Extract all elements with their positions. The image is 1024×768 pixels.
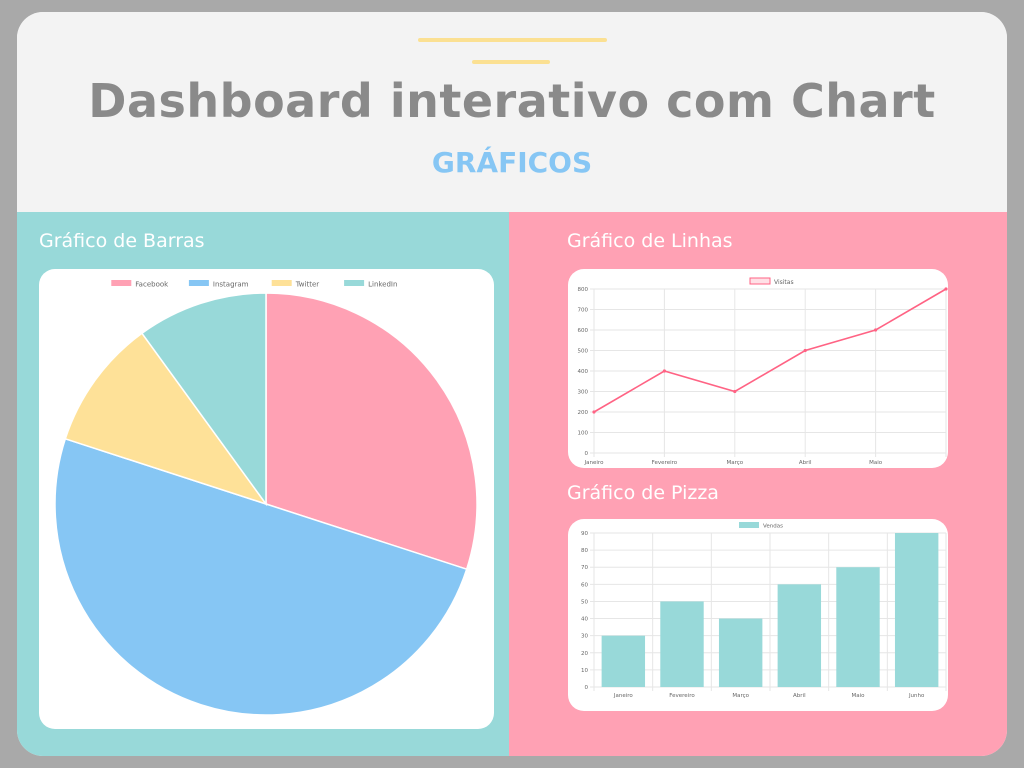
- data-point[interactable]: [662, 369, 666, 373]
- y-tick-label: 60: [581, 582, 588, 588]
- bar-março[interactable]: [718, 618, 763, 687]
- bar-chart[interactable]: Vendas 0 10 20 30 40 50 60 70 80 90 Janeiro Fevereir…: [568, 519, 948, 711]
- bar-junho[interactable]: [894, 533, 939, 687]
- y-tick-label: 20: [581, 651, 588, 657]
- pie-chart-card: Facebook Instagram Twitter LinkedIn: [39, 269, 494, 729]
- y-tick-label: 40: [581, 617, 588, 623]
- data-point[interactable]: [592, 410, 596, 414]
- data-point[interactable]: [803, 348, 807, 353]
- y-tick-label: 0: [585, 451, 589, 457]
- x-tick-label: Março: [726, 460, 743, 466]
- data-point[interactable]: [944, 287, 948, 291]
- y-tick-label: 80: [581, 548, 588, 554]
- y-tick-label: 800: [578, 287, 589, 293]
- bar-fevereiro[interactable]: [660, 601, 704, 687]
- y-tick-label: 10: [581, 668, 588, 674]
- pizza-panel-title: Gráfico de Pizza: [567, 482, 719, 504]
- pie-chart[interactable]: Facebook Instagram Twitter LinkedIn: [39, 269, 494, 729]
- y-tick-label: 600: [578, 328, 589, 334]
- legend-swatch-visitas[interactable]: [749, 277, 771, 285]
- legend-label-vendas: Vendas: [763, 524, 783, 530]
- bar-maio[interactable]: [836, 567, 880, 687]
- x-tick-label: Maio: [851, 693, 865, 699]
- y-tick-label: 50: [581, 599, 588, 605]
- line-chart[interactable]: Visitas 0 100 200 300 400 500 600 700 800 Janeiro F…: [568, 269, 948, 468]
- y-tick-label: 90: [581, 531, 588, 537]
- lines-panel-title: Gráfico de Linhas: [567, 230, 733, 252]
- dashboard-frame: Dashboard interativo com Chart GRÁFICOS …: [17, 12, 1007, 756]
- bar-chart-card: Vendas 0 10 20 30 40 50 60 70 80 90 Janeiro Fevereir…: [568, 519, 948, 711]
- x-tick-label: Abril: [799, 460, 812, 466]
- bars-panel-title: Gráfico de Barras: [39, 230, 205, 252]
- legend-label-instagram: Instagram: [213, 281, 249, 289]
- x-tick-label: Fevereiro: [669, 693, 695, 699]
- y-tick-label: 500: [578, 349, 589, 355]
- legend-swatch-instagram[interactable]: [188, 280, 209, 286]
- bars-panel: Gráfico de Barras Facebook Instagram Twitt…: [17, 212, 509, 756]
- legend-label-facebook: Facebook: [135, 281, 169, 289]
- y-tick-label: 100: [578, 431, 589, 437]
- header-decoration-line-short: [472, 60, 550, 64]
- y-tick-label: 200: [578, 410, 589, 416]
- legend-label-visitas: Visitas: [774, 279, 794, 286]
- y-tick-label: 300: [578, 390, 589, 396]
- page-title: Dashboard interativo com Chart: [88, 74, 936, 128]
- legend-label-linkedin: LinkedIn: [368, 281, 397, 289]
- x-tick-label: Janeiro: [613, 693, 634, 699]
- x-tick-label: Fevereiro: [652, 460, 678, 466]
- y-tick-label: 0: [585, 685, 589, 691]
- bar-janeiro[interactable]: [601, 635, 646, 687]
- y-tick-label: 70: [581, 565, 588, 571]
- line-chart-card: Visitas 0 100 200 300 400 500 600 700 800 Janeiro F…: [568, 269, 948, 468]
- y-tick-label: 700: [578, 308, 589, 314]
- x-tick-label: Junho: [908, 693, 925, 699]
- legend-label-twitter: Twitter: [295, 281, 320, 289]
- right-panel: Gráfico de Linhas Visitas 0 100 200 300 400 50…: [509, 212, 1007, 756]
- header-decoration-line: [418, 38, 607, 42]
- x-tick-label: Março: [732, 693, 749, 699]
- x-tick-label: Abril: [793, 693, 806, 699]
- bar-abril[interactable]: [777, 584, 822, 687]
- y-tick-label: 30: [581, 634, 588, 640]
- y-tick-label: 400: [578, 369, 589, 375]
- data-point[interactable]: [733, 389, 737, 394]
- page-header: Dashboard interativo com Chart GRÁFICOS: [17, 12, 1007, 212]
- x-tick-label: Janeiro: [584, 460, 605, 466]
- legend-swatch-vendas[interactable]: [739, 522, 759, 528]
- legend-swatch-linkedin[interactable]: [344, 280, 365, 286]
- page-subtitle: GRÁFICOS: [431, 146, 593, 179]
- data-point[interactable]: [874, 328, 878, 332]
- x-tick-label: Maio: [869, 460, 883, 466]
- legend-swatch-facebook[interactable]: [111, 280, 132, 286]
- legend-swatch-twitter[interactable]: [271, 280, 292, 286]
